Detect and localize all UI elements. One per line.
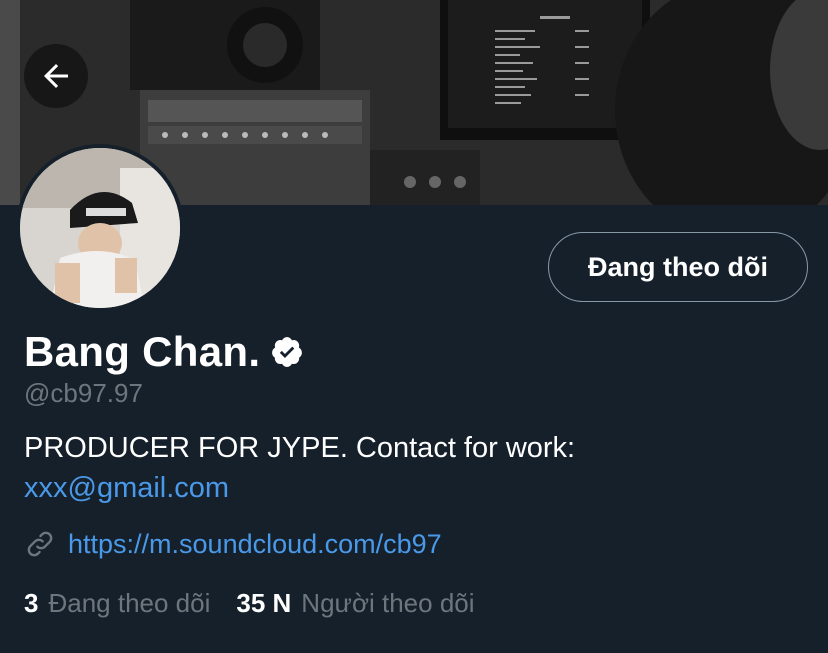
following-label: Đang theo dõi — [48, 588, 211, 618]
profile-website-row: https://m.soundcloud.com/cb97 — [24, 528, 442, 560]
bio-text: PRODUCER FOR JYPE. Contact for work: — [24, 432, 576, 464]
avatar-photo — [20, 148, 180, 308]
verified-badge-icon — [270, 335, 304, 369]
followers-stat[interactable]: 35 N Người theo dõi — [236, 588, 474, 619]
arrow-left-icon — [44, 64, 68, 88]
following-stat[interactable]: 3 Đang theo dõi — [24, 588, 210, 619]
avatar-frame — [16, 144, 184, 312]
website-link[interactable]: https://m.soundcloud.com/cb97 — [68, 529, 442, 560]
username-handle: @cb97.97 — [24, 378, 143, 408]
bio-email-link[interactable]: xxx@gmail.com — [24, 472, 229, 504]
follow-stats: 3 Đang theo dõi 35 N Người theo dõi — [24, 588, 475, 619]
profile-name-row: Bang Chan. — [24, 328, 304, 376]
followers-label: Người theo dõi — [301, 588, 475, 618]
following-count: 3 — [24, 588, 39, 618]
link-icon — [24, 528, 56, 560]
profile-bio: PRODUCER FOR JYPE. Contact for work: xxx… — [24, 428, 804, 508]
followers-count: 35 N — [236, 588, 292, 618]
display-name: Bang Chan. — [24, 328, 261, 375]
back-button[interactable] — [24, 44, 88, 108]
following-button[interactable]: Đang theo dõi — [548, 232, 808, 302]
avatar[interactable] — [20, 148, 180, 308]
